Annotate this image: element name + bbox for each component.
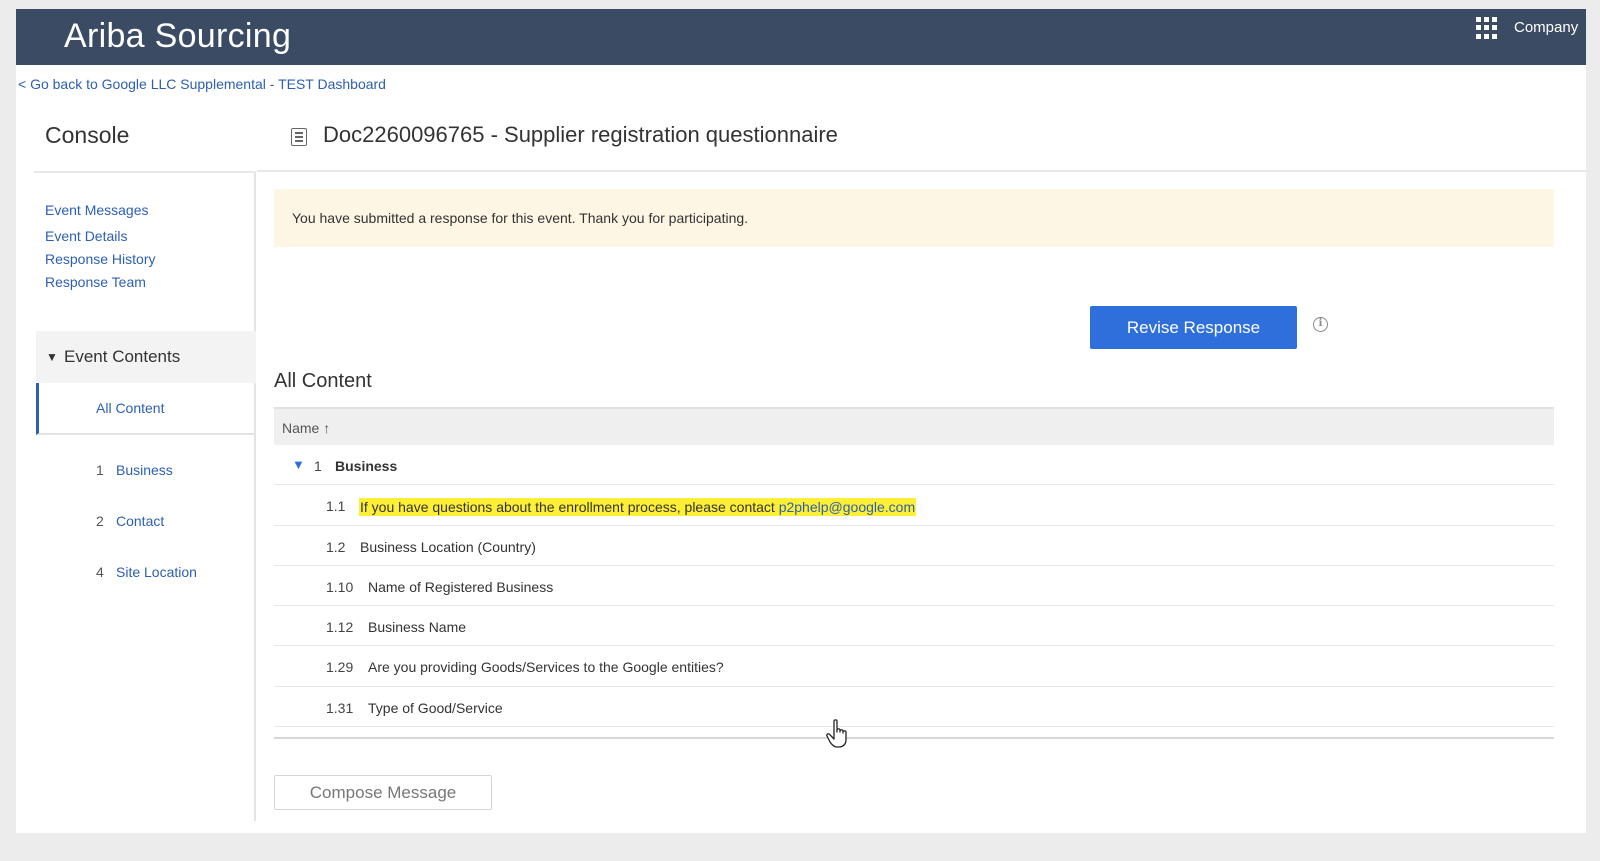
app-title: Ariba Sourcing xyxy=(64,17,292,55)
divider xyxy=(34,171,256,173)
table-row-group[interactable]: ▼ 1 Business xyxy=(274,445,1554,486)
section-title: All Content xyxy=(274,370,372,392)
sidebar: Event Messages Event Details Response Hi… xyxy=(16,171,256,821)
revise-response-button[interactable]: Revise Response xyxy=(1090,306,1297,349)
sidebar-link-response-team[interactable]: Response Team xyxy=(45,274,146,290)
triangle-down-icon[interactable]: ▼ xyxy=(46,350,58,364)
sidebar-item-business[interactable]: 1 Business xyxy=(16,462,256,482)
info-icon[interactable]: i xyxy=(1313,317,1328,332)
event-contents-label: Event Contents xyxy=(64,347,181,366)
row-number: 1 xyxy=(314,458,322,474)
tree-item-number: 1 xyxy=(96,462,104,478)
row-number: 1.29 xyxy=(326,659,354,676)
sidebar-item-contact[interactable]: 2 Contact xyxy=(16,513,256,533)
notice-text: You have submitted a response for this e… xyxy=(292,210,749,226)
triangle-down-icon[interactable]: ▼ xyxy=(292,457,305,472)
grid-icon[interactable] xyxy=(1476,17,1498,39)
row-label: Are you providing Goods/Services to the … xyxy=(368,659,724,676)
table-footer-rule xyxy=(274,727,1554,740)
app-header: Ariba Sourcing Company xyxy=(16,9,1586,65)
tree-item-label[interactable]: Contact xyxy=(116,513,164,529)
column-header-label[interactable]: Name ↑ xyxy=(282,420,330,436)
app-window: Ariba Sourcing Company < Go back to Goog… xyxy=(16,9,1586,833)
row-label: Type of Good/Service xyxy=(368,699,503,716)
event-contents-header[interactable]: ▼ Event Contents xyxy=(36,331,256,383)
table-row[interactable]: 1.12 Business Name xyxy=(274,606,1554,647)
company-menu[interactable]: Company xyxy=(1514,19,1578,36)
tree-item-number: 4 xyxy=(96,564,104,580)
console-title: Console xyxy=(45,122,130,148)
table-row[interactable]: 1.10 Name of Registered Business xyxy=(274,566,1554,607)
submission-notice: You have submitted a response for this e… xyxy=(274,189,1554,247)
hand-cursor-icon xyxy=(826,719,847,748)
row-number: 1.31 xyxy=(326,699,354,716)
tree-item-label[interactable]: Site Location xyxy=(116,564,197,580)
row-label: If you have questions about the enrollme… xyxy=(360,499,779,516)
table-row[interactable]: 1.2 Business Location (Country) xyxy=(274,526,1554,566)
sidebar-link-event-details[interactable]: Event Details xyxy=(45,228,127,244)
tree-item-number: 2 xyxy=(96,513,104,529)
row-label: Name of Registered Business xyxy=(368,578,554,595)
compose-message-button[interactable]: Compose Message xyxy=(274,775,492,810)
page-title: Doc2260096765 - Supplier registration qu… xyxy=(323,122,838,147)
content-table: Name ↑ ▼ 1 Business 1.1 If you have ques… xyxy=(274,407,1554,740)
email-link[interactable]: p2phelp@google.com xyxy=(779,499,915,515)
sidebar-item-all-content[interactable]: All Content xyxy=(36,383,256,435)
table-row[interactable]: 1.29 Are you providing Goods/Services to… xyxy=(274,646,1554,687)
sidebar-link-event-messages[interactable]: Event Messages xyxy=(45,202,149,218)
row-label: Business xyxy=(335,458,398,474)
sidebar-item-label: All Content xyxy=(96,400,165,416)
table-row[interactable]: 1.31 Type of Good/Service xyxy=(274,687,1554,728)
row-label: Business Location (Country) xyxy=(360,538,536,555)
sidebar-link-response-history[interactable]: Response History xyxy=(45,251,156,267)
highlighted-row-label: If you have questions about the enrollme… xyxy=(359,498,917,517)
row-number: 1.2 xyxy=(326,538,346,555)
table-row[interactable]: 1.1 If you have questions about the enro… xyxy=(274,485,1554,526)
back-to-dashboard-link[interactable]: < Go back to Google LLC Supplemental - T… xyxy=(18,76,386,92)
row-number: 1.12 xyxy=(326,619,354,636)
tree-item-label[interactable]: Business xyxy=(116,462,173,478)
row-number: 1.10 xyxy=(326,578,354,595)
row-label: Business Name xyxy=(368,619,467,636)
document-icon xyxy=(291,128,307,146)
sidebar-item-site-location[interactable]: 4 Site Location xyxy=(16,564,256,584)
table-header-name[interactable]: Name ↑ xyxy=(274,407,1554,445)
divider xyxy=(257,170,1586,172)
row-number: 1.1 xyxy=(326,498,346,515)
